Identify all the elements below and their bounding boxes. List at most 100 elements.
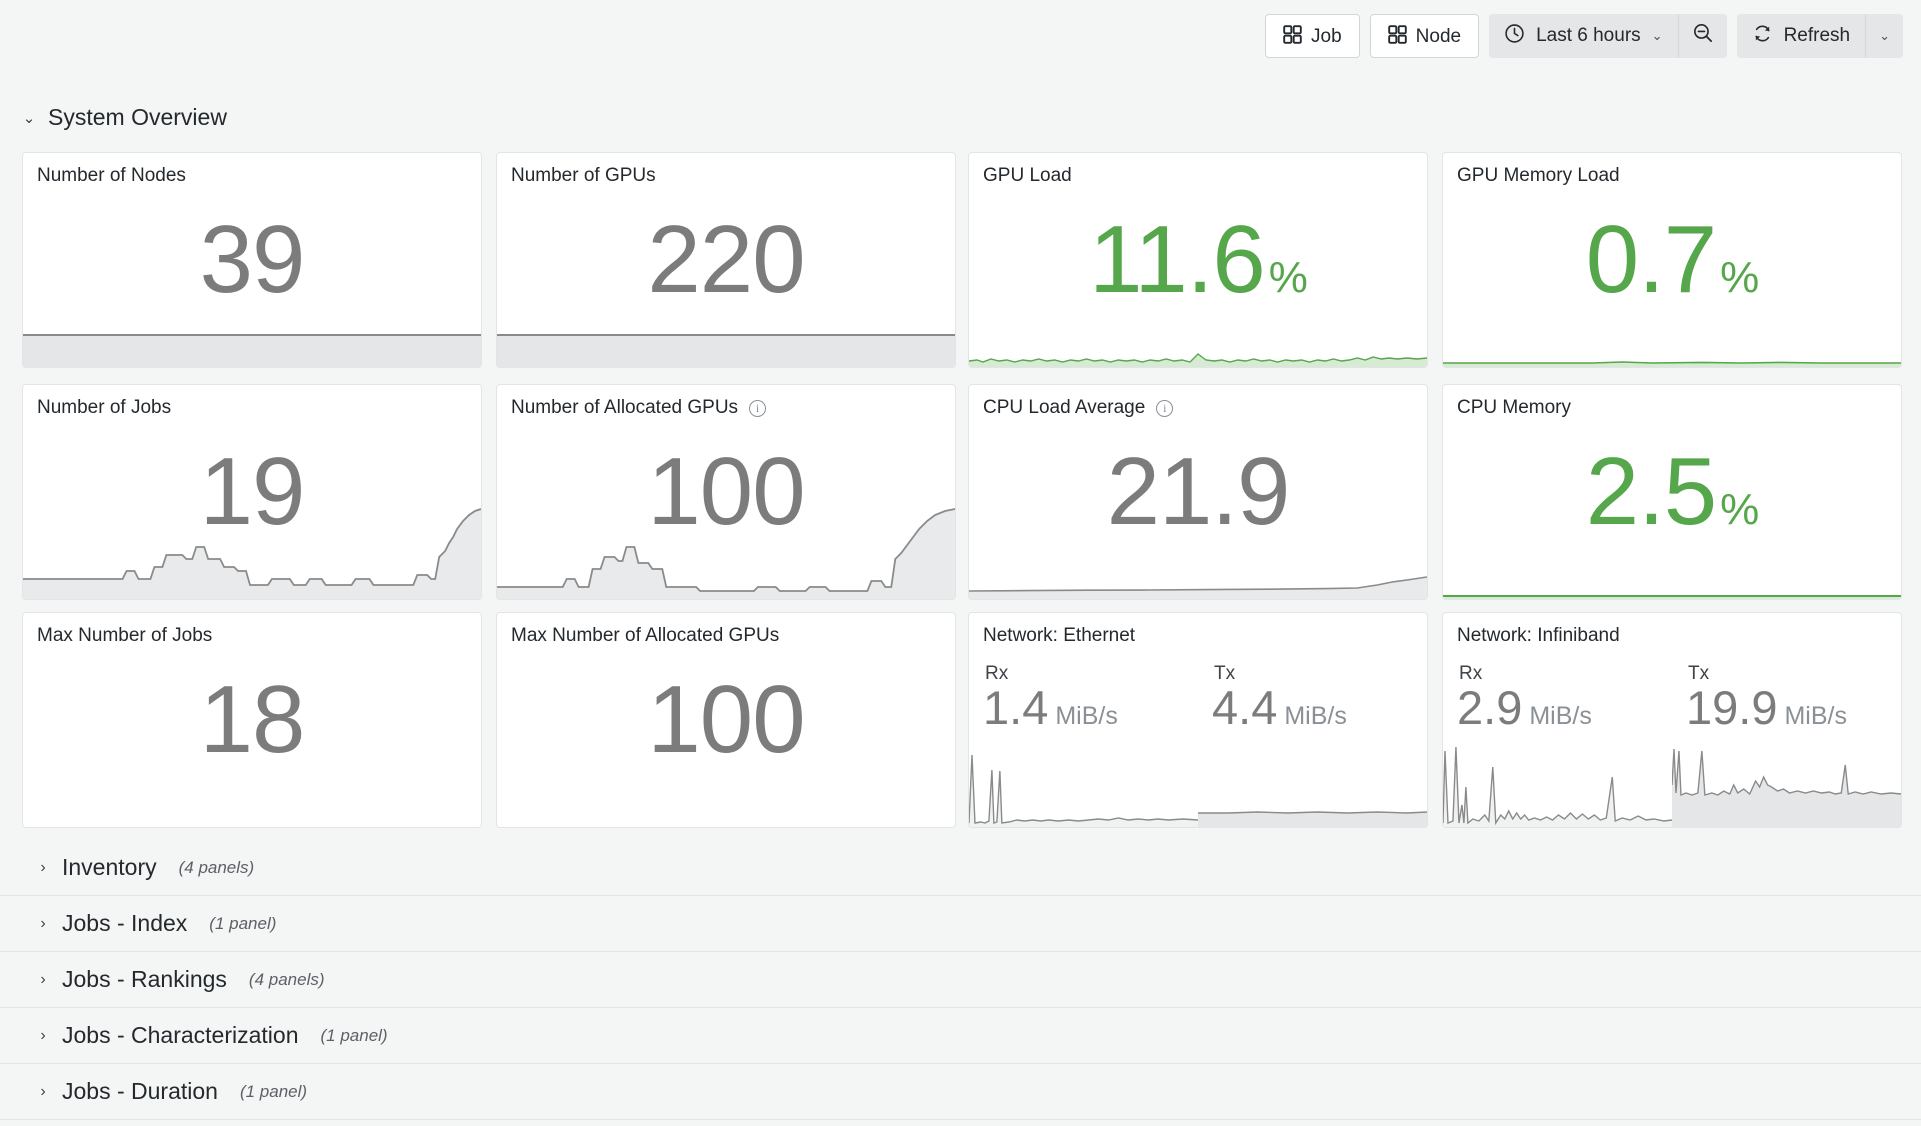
stat-container: 21.9 — [969, 385, 1427, 599]
chevron-right-icon: › — [40, 1082, 46, 1100]
chevron-down-icon: ⌄ — [1651, 28, 1663, 43]
stat-container: 0.7 % — [1443, 153, 1901, 367]
stat-value: 18 — [199, 666, 306, 773]
time-range-group: Last 6 hours ⌄ — [1489, 14, 1727, 58]
stat-number: 0.7 — [1585, 206, 1717, 313]
panel-gpu-load[interactable]: GPU Load 11.6 % — [968, 152, 1428, 368]
node-view-label: Node — [1415, 25, 1462, 47]
refresh-icon — [1752, 23, 1773, 50]
refresh-label: Refresh — [1783, 25, 1851, 46]
stat-value: 11.6 % — [1089, 206, 1308, 313]
row-title: Inventory — [62, 854, 157, 880]
clock-icon — [1504, 23, 1525, 50]
tx-unit: MiB/s — [1284, 702, 1347, 730]
stat-number: 2.5 — [1585, 438, 1717, 545]
stat-value: 0.7 % — [1585, 206, 1760, 313]
stat-number: 18 — [199, 666, 306, 773]
stat-container: 18 — [23, 613, 481, 827]
node-view-button[interactable]: Node — [1369, 14, 1480, 58]
stat-container: 11.6 % — [969, 153, 1427, 367]
chevron-down-icon: ⌄ — [22, 109, 36, 127]
stat-container: 100 — [497, 613, 955, 827]
refresh-button[interactable]: Refresh — [1736, 14, 1866, 58]
sparkline-cpu-load-average — [969, 569, 1427, 599]
section-header-system-overview[interactable]: ⌄ System Overview — [22, 104, 227, 131]
stat-value: 39 — [199, 206, 306, 313]
panel-number-of-gpus[interactable]: Number of GPUs 220 — [496, 152, 956, 368]
stat-number: 100 — [647, 666, 805, 773]
row-panel-count: (4 panels) — [178, 857, 255, 877]
stat-number: 220 — [647, 206, 805, 313]
network-rx-half: Rx 2.9 MiB/s — [1443, 613, 1672, 827]
collapsed-row-list: › Inventory (4 panels) › Jobs - Index (1… — [0, 840, 1921, 1120]
row-panel-count: (1 panel) — [320, 1025, 388, 1045]
stat-value: 100 — [647, 666, 805, 773]
row-header-jobs-duration[interactable]: › Jobs - Duration (1 panel) — [0, 1064, 1921, 1120]
section-title: System Overview — [48, 104, 227, 130]
row-title: Jobs - Duration — [62, 1078, 218, 1104]
dashboard-root: Job Node Last 6 hours ⌄ Refresh ⌄ ⌄ Syst… — [0, 0, 1921, 1126]
sparkline-gpu-memory-load — [1443, 359, 1901, 367]
panel-network-ethernet[interactable]: Network: Ethernet Rx 1.4 MiB/s Tx 4.4 Mi… — [968, 612, 1428, 828]
panel-cpu-load-average[interactable]: CPU Load Average i 21.9 — [968, 384, 1428, 600]
network-halves: Rx 1.4 MiB/s Tx 4.4 MiB/s — [969, 613, 1427, 827]
panel-gpu-memory-load[interactable]: GPU Memory Load 0.7 % — [1442, 152, 1902, 368]
row-header-jobs-index[interactable]: › Jobs - Index (1 panel) — [0, 896, 1921, 952]
sparkline-ethernet-rx — [969, 715, 1198, 827]
refresh-group: Refresh ⌄ — [1736, 14, 1903, 58]
panel-number-of-nodes[interactable]: Number of Nodes 39 — [22, 152, 482, 368]
zoom-out-icon — [1692, 22, 1714, 50]
sparkline-number-of-nodes — [23, 331, 481, 367]
job-view-label: Job — [1311, 25, 1342, 47]
chevron-right-icon: › — [40, 1026, 46, 1044]
refresh-interval-dropdown[interactable]: ⌄ — [1865, 14, 1903, 58]
stat-unit: % — [1720, 485, 1759, 534]
sparkline-gpu-load — [969, 351, 1427, 367]
row-title: Jobs - Characterization — [62, 1022, 299, 1048]
panel-number-of-jobs[interactable]: Number of Jobs 19 — [22, 384, 482, 600]
stat-value: 220 — [647, 206, 805, 313]
stat-value: 2.5 % — [1585, 438, 1760, 545]
network-tx-half: Tx 4.4 MiB/s — [1198, 613, 1427, 827]
row-header-inventory[interactable]: › Inventory (4 panels) — [0, 840, 1921, 896]
row-title: Jobs - Index — [62, 910, 188, 936]
row-title: Jobs - Rankings — [62, 966, 227, 992]
tx-value: 4.4 — [1212, 681, 1278, 734]
stat-number: 21.9 — [1106, 438, 1291, 545]
stat-value: 21.9 — [1106, 438, 1291, 545]
stat-unit: % — [1720, 253, 1759, 302]
panel-network-infiniband[interactable]: Network: Infiniband Rx 2.9 MiB/s Tx 19.9… — [1442, 612, 1902, 828]
stat-unit: % — [1268, 253, 1308, 302]
chevron-right-icon: › — [40, 858, 46, 876]
grid-icon — [1283, 24, 1302, 48]
stat-container: 2.5 % — [1443, 385, 1901, 599]
time-range-picker[interactable]: Last 6 hours ⌄ — [1489, 14, 1678, 58]
network-tx-half: Tx 19.9 MiB/s — [1672, 613, 1901, 827]
network-halves: Rx 2.9 MiB/s Tx 19.9 MiB/s — [1443, 613, 1901, 827]
zoom-out-time-button[interactable] — [1677, 14, 1727, 58]
network-rx-half: Rx 1.4 MiB/s — [969, 613, 1198, 827]
row-header-jobs-characterization[interactable]: › Jobs - Characterization (1 panel) — [0, 1008, 1921, 1064]
time-range-label: Last 6 hours — [1536, 25, 1641, 46]
sparkline-ethernet-tx — [1198, 801, 1427, 827]
sparkline-number-of-gpus — [497, 331, 955, 367]
job-view-button[interactable]: Job — [1265, 14, 1360, 58]
stat-number: 11.6 — [1089, 206, 1266, 313]
sparkline-cpu-memory — [1443, 593, 1901, 599]
grid-icon — [1387, 24, 1407, 48]
panel-number-of-allocated-gpus[interactable]: Number of Allocated GPUs i 100 — [496, 384, 956, 600]
chevron-right-icon: › — [40, 914, 46, 932]
row-header-jobs-rankings[interactable]: › Jobs - Rankings (4 panels) — [0, 952, 1921, 1008]
sparkline-number-of-jobs — [23, 507, 481, 599]
panel-max-number-of-allocated-gpus[interactable]: Max Number of Allocated GPUs 100 — [496, 612, 956, 828]
chevron-down-icon: ⌄ — [1879, 28, 1890, 43]
tx-value-group: 4.4 MiB/s — [1212, 681, 1347, 734]
row-panel-count: (4 panels) — [248, 969, 325, 989]
sparkline-infiniband-rx — [1443, 715, 1672, 827]
panel-cpu-memory[interactable]: CPU Memory 2.5 % — [1442, 384, 1902, 600]
row-panel-count: (1 panel) — [239, 1081, 308, 1101]
stat-number: 39 — [199, 206, 306, 313]
sparkline-number-of-allocated-gpus — [497, 507, 955, 599]
sparkline-infiniband-tx — [1672, 715, 1901, 827]
panel-max-number-of-jobs[interactable]: Max Number of Jobs 18 — [22, 612, 482, 828]
